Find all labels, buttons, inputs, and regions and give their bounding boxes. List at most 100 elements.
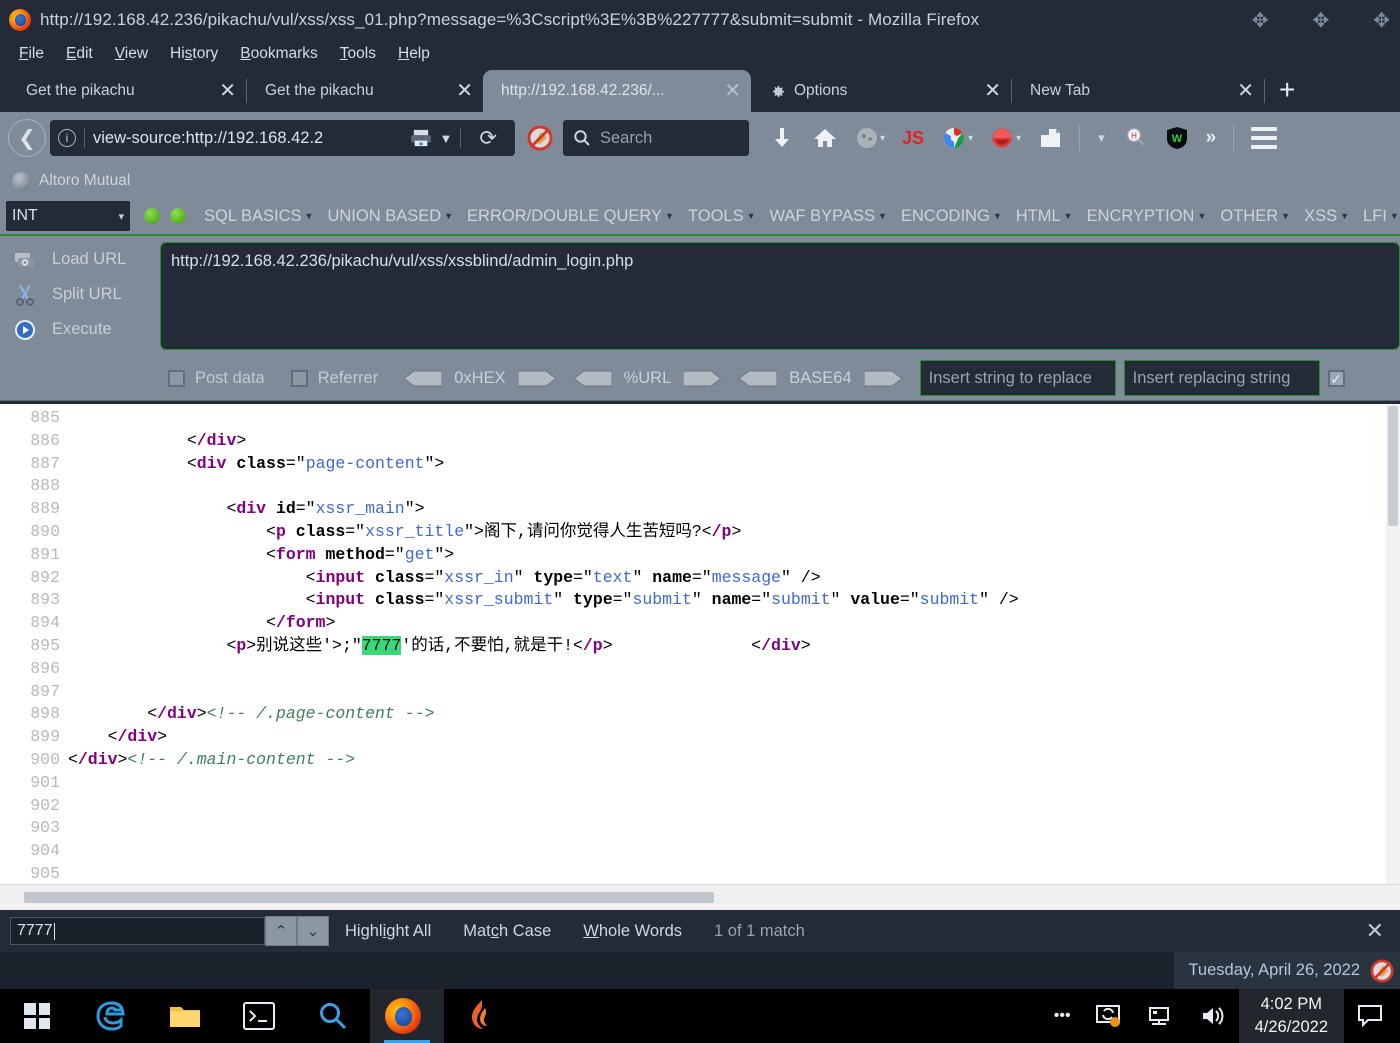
hackbar-url-textarea[interactable]: http://192.168.42.236/pikachu/vul/xss/xs…	[160, 242, 1400, 350]
close-icon[interactable]: ✕	[193, 81, 236, 101]
scrollbar-thumb[interactable]	[24, 892, 714, 903]
taskbar-burp[interactable]	[444, 989, 518, 1043]
noscript-icon[interactable]	[527, 125, 553, 151]
chevron-down-icon[interactable]: ▾	[880, 118, 893, 158]
decode-arrow-icon[interactable]	[739, 370, 778, 387]
hackbar-menu-lfi[interactable]: LFI ▼	[1356, 207, 1400, 226]
replacing-string-input[interactable]: Insert replacing string	[1123, 360, 1320, 396]
tab-options[interactable]: Options ✕	[751, 70, 1011, 112]
copy-page-icon[interactable]	[1029, 118, 1071, 158]
action-center-icon[interactable]	[1344, 1003, 1396, 1029]
hackbar-menu-tools[interactable]: TOOLS ▼	[681, 207, 763, 226]
maximize-button[interactable]: ✥	[1312, 8, 1329, 33]
expand-button[interactable]	[170, 208, 186, 224]
downloads-icon[interactable]	[761, 118, 803, 158]
encode-arrow-icon[interactable]	[517, 370, 556, 387]
wot-shield-icon[interactable]: W	[1157, 118, 1197, 158]
vertical-scrollbar[interactable]	[1386, 404, 1400, 884]
new-tab-button[interactable]: +	[1265, 76, 1309, 112]
hackbar-menu-sql-basics[interactable]: SQL BASICS ▼	[197, 207, 320, 226]
checkbox-icon[interactable]	[290, 369, 308, 387]
taskbar-search[interactable]	[296, 989, 370, 1043]
close-icon[interactable]: ✕	[1211, 81, 1254, 101]
chevron-down-icon[interactable]: ▾	[968, 118, 981, 158]
find-previous-button[interactable]: ⌃	[265, 916, 297, 946]
close-icon[interactable]: ✕	[1366, 918, 1384, 944]
wappalyzer-icon[interactable]	[981, 118, 1016, 158]
noscript-icon[interactable]	[1370, 958, 1394, 983]
onedrive-sync-icon[interactable]	[1083, 1003, 1135, 1029]
referrer-checkbox[interactable]: Referrer	[290, 369, 378, 388]
tab-new-tab[interactable]: New Tab ✕	[1012, 70, 1264, 112]
post-data-checkbox[interactable]: Post data	[168, 369, 265, 388]
scrollbar-thumb[interactable]	[1388, 406, 1398, 526]
decode-arrow-icon[interactable]	[573, 370, 612, 387]
menu-edit[interactable]: Edit	[57, 43, 102, 65]
hackbar-menu-other[interactable]: OTHER ▼	[1213, 207, 1297, 226]
hackbar-search-icon[interactable]: H	[1115, 118, 1157, 158]
tab-get-the-pikachu-2[interactable]: Get the pikachu ✕	[247, 70, 483, 112]
menu-help[interactable]: Help	[389, 43, 439, 65]
chevron-down-icon[interactable]: ▼	[440, 131, 453, 146]
search-input[interactable]: Search	[600, 129, 652, 148]
close-icon[interactable]: ✕	[430, 81, 473, 101]
javascript-toggle-icon[interactable]: JS	[893, 118, 933, 158]
bookmark-altoro-mutual[interactable]: Altoro Mutual	[39, 172, 130, 190]
taskbar-firefox[interactable]	[370, 989, 444, 1043]
chrome-logger-icon[interactable]	[933, 118, 968, 158]
replace-string-input[interactable]: Insert string to replace	[919, 360, 1116, 396]
hackbar-menu-xss[interactable]: XSS ▼	[1297, 207, 1356, 226]
reader-printer-icon[interactable]	[410, 129, 432, 147]
checkbox-icon[interactable]	[168, 369, 185, 387]
chevron-down-icon[interactable]: ▾	[1016, 118, 1029, 158]
highlight-all-button[interactable]: Highlight All	[329, 922, 447, 941]
volume-icon[interactable]	[1187, 1004, 1239, 1028]
home-icon[interactable]	[803, 118, 847, 158]
horizontal-scrollbar[interactable]	[0, 884, 1400, 910]
hackbar-menu-error-double-query[interactable]: ERROR/DOUBLE QUERY ▼	[460, 207, 681, 226]
back-button[interactable]: ❮	[8, 119, 46, 157]
find-next-button[interactable]: ⌄	[297, 916, 329, 946]
hackbar-menu-html[interactable]: HTML ▼	[1009, 207, 1080, 226]
tab-get-the-pikachu-1[interactable]: Get the pikachu ✕	[8, 70, 246, 112]
menu-tools[interactable]: Tools	[331, 43, 385, 65]
whole-words-button[interactable]: Whole Words	[567, 922, 698, 941]
close-icon[interactable]: ✕	[698, 81, 741, 101]
match-case-button[interactable]: Match Case	[447, 922, 567, 941]
collapse-button[interactable]	[144, 208, 160, 224]
hamburger-menu-icon[interactable]	[1242, 118, 1286, 158]
hackbar-menu-waf-bypass[interactable]: WAF BYPASS ▼	[763, 207, 894, 226]
hackbar-menu-encoding[interactable]: ENCODING ▼	[894, 207, 1009, 226]
encode-arrow-icon[interactable]	[683, 370, 722, 387]
replace-enable-checkbox[interactable]	[1327, 369, 1345, 387]
tab-view-source[interactable]: http://192.168.42.236/... ✕	[483, 70, 751, 112]
search-box[interactable]: Search	[563, 120, 749, 156]
load-url-action[interactable]: Load URL	[0, 242, 160, 277]
reload-icon[interactable]: ⟳	[469, 126, 507, 151]
menu-history[interactable]: History	[161, 43, 227, 65]
encode-arrow-icon[interactable]	[863, 370, 902, 387]
menu-bookmarks[interactable]: Bookmarks	[231, 43, 327, 65]
chevron-down-icon[interactable]: ▾	[1088, 118, 1115, 158]
identity-info-icon[interactable]: i	[58, 129, 76, 147]
close-window-button[interactable]: ✥	[1373, 8, 1390, 33]
taskbar-file-explorer[interactable]	[148, 989, 222, 1043]
url-bar[interactable]: i view-source:http://192.168.42.2 ▼ ⟳	[50, 120, 515, 156]
taskbar-edge[interactable]	[74, 989, 148, 1043]
start-button[interactable]	[0, 989, 74, 1043]
menu-view[interactable]: View	[106, 43, 157, 65]
network-icon[interactable]	[1135, 1004, 1187, 1028]
find-input[interactable]: 7777	[10, 917, 265, 945]
hackbar-menu-union-based[interactable]: UNION BASED ▼	[320, 207, 460, 226]
taskbar-terminal[interactable]	[222, 989, 296, 1043]
decode-arrow-icon[interactable]	[404, 370, 443, 387]
split-url-action[interactable]: Split URL	[0, 277, 160, 312]
ghostery-icon[interactable]	[847, 118, 880, 158]
execute-action[interactable]: Execute	[0, 312, 160, 347]
sql-type-select[interactable]: INT ▾	[6, 201, 130, 231]
taskbar-clock[interactable]: 4:02 PM 4/26/2022	[1238, 989, 1344, 1043]
minimize-button[interactable]: ✥	[1252, 8, 1269, 33]
hackbar-menu-encryption[interactable]: ENCRYPTION ▼	[1080, 207, 1214, 226]
menu-file[interactable]: FFileile	[10, 43, 53, 65]
tray-overflow-button[interactable]: •••	[1042, 1007, 1083, 1025]
